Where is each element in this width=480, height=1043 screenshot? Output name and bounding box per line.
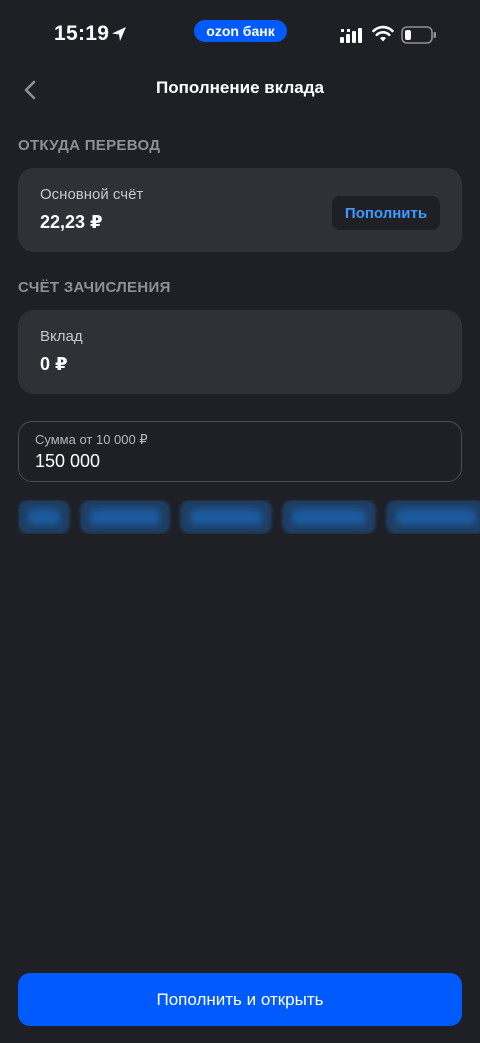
topup-button[interactable]: Пополнить <box>332 196 440 230</box>
brand-pill: ozon банк <box>194 20 287 42</box>
page-title: Пополнение вклада <box>156 78 324 97</box>
quick-amount-chip[interactable] <box>282 500 376 534</box>
quick-amount-chip[interactable] <box>80 500 170 534</box>
status-time: 15:19 <box>54 22 110 45</box>
status-bar: 15:19 ozon банк <box>0 0 480 70</box>
source-account-name: Основной счёт <box>40 186 144 203</box>
location-arrow-icon <box>112 27 126 41</box>
signal-icon <box>340 28 362 43</box>
quick-amount-chip[interactable] <box>180 500 272 534</box>
wifi-icon <box>372 25 394 42</box>
target-account-name: Вклад <box>40 328 83 345</box>
from-section-label: ОТКУДА ПЕРЕВОД <box>18 137 161 154</box>
source-account-card[interactable]: Основной счёт 22,23 ₽ Пополнить <box>18 168 462 252</box>
submit-button[interactable]: Пополнить и открыть <box>18 973 462 1026</box>
target-account-card[interactable]: Вклад 0 ₽ <box>18 310 462 394</box>
quick-amount-chip[interactable] <box>386 500 480 534</box>
amount-hint: Сумма от 10 000 ₽ <box>35 432 148 447</box>
battery-icon <box>401 26 436 44</box>
amount-input[interactable]: Сумма от 10 000 ₽ 150 000 <box>18 421 462 482</box>
quick-amount-chip[interactable] <box>18 500 70 534</box>
amount-value[interactable]: 150 000 <box>35 451 100 472</box>
quick-amount-chips <box>18 500 480 534</box>
target-account-balance: 0 ₽ <box>40 354 68 374</box>
source-account-balance: 22,23 ₽ <box>40 212 103 232</box>
to-section-label: СЧЁТ ЗАЧИСЛЕНИЯ <box>18 279 171 296</box>
deposit-topup-screen: 15:19 ozon банк Пополнение вклада ОТКУДА… <box>0 0 480 1043</box>
